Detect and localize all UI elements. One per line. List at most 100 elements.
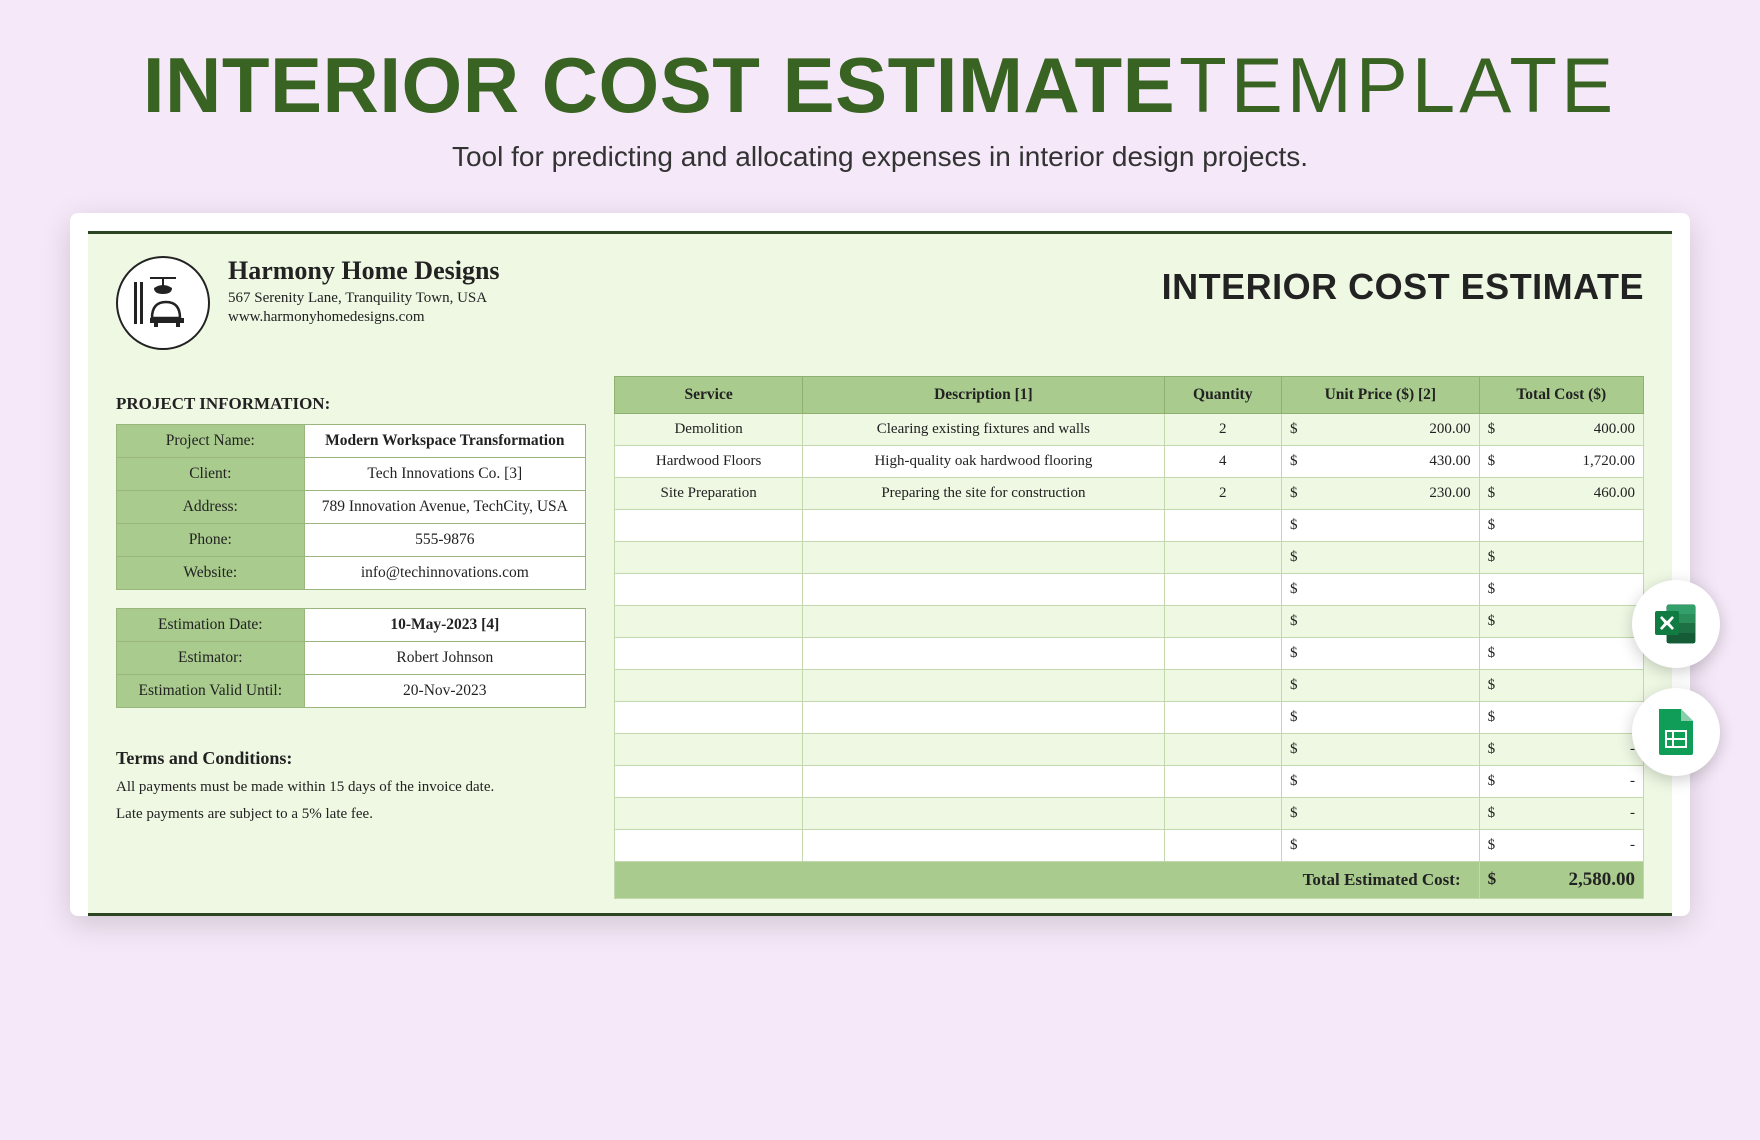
qty-cell [1164,798,1282,830]
table-row: $ $ [615,702,1644,734]
page-title: INTERIOR COST ESTIMATE TEMPLATE [0,0,1760,141]
estimation-info-table: Estimation Date:10-May-2023 [4]Estimator… [116,608,586,708]
qty-cell [1164,638,1282,670]
table-row: $ $ [615,670,1644,702]
desc-cell: Preparing the site for construction [803,478,1164,510]
unit-price-cell: $ [1282,670,1480,702]
total-cost-cell: $ [1479,606,1643,638]
info-label: Client: [117,458,305,491]
title-bold: INTERIOR COST ESTIMATE [143,41,1175,129]
unit-price-cell: $ [1282,606,1480,638]
table-row: $ $ [615,606,1644,638]
total-cost-cell: $- [1479,766,1643,798]
document-card: Harmony Home Designs 567 Serenity Lane, … [70,213,1690,916]
desc-cell [803,766,1164,798]
qty-cell [1164,670,1282,702]
info-label: Phone: [117,524,305,557]
info-value: info@techinnovations.com [304,557,585,590]
unit-price-cell: $ [1282,542,1480,574]
info-value: Modern Workspace Transformation [304,425,585,458]
total-cost-cell: $ [1479,670,1643,702]
total-cost-cell: $460.00 [1479,478,1643,510]
info-label: Website: [117,557,305,590]
service-cell [615,606,803,638]
unit-price-cell: $ [1282,702,1480,734]
info-value: 555-9876 [304,524,585,557]
info-value: 10-May-2023 [4] [304,609,585,642]
total-cost-cell: $ [1479,574,1643,606]
company-website: www.harmonyhomedesigns.com [228,309,500,326]
total-label: Total Estimated Cost: [615,862,1480,899]
total-cost-cell: $ [1479,542,1643,574]
qty-cell [1164,702,1282,734]
cost-header: Description [1] [803,377,1164,414]
total-cost-cell: $- [1479,734,1643,766]
qty-cell [1164,574,1282,606]
unit-price-cell: $200.00 [1282,414,1480,446]
info-value: 789 Innovation Avenue, TechCity, USA [304,491,585,524]
desc-cell [803,702,1164,734]
total-cost-cell: $ [1479,702,1643,734]
unit-price-cell: $ [1282,574,1480,606]
document-title: INTERIOR COST ESTIMATE [1162,256,1644,308]
app-badges [1632,580,1720,776]
excel-icon[interactable] [1632,580,1720,668]
table-row: Site Preparation Preparing the site for … [615,478,1644,510]
info-label: Estimation Valid Until: [117,675,305,708]
total-cost-cell: $ [1479,638,1643,670]
desc-cell [803,670,1164,702]
terms-title: Terms and Conditions: [116,748,586,769]
unit-price-cell: $ [1282,830,1480,862]
table-row: $ $ [615,542,1644,574]
service-cell: Site Preparation [615,478,803,510]
unit-price-cell: $ [1282,766,1480,798]
unit-price-cell: $ [1282,510,1480,542]
unit-price-cell: $ [1282,734,1480,766]
total-cost-cell: $- [1479,830,1643,862]
company-name: Harmony Home Designs [228,256,500,286]
table-row: $ $- [615,798,1644,830]
info-label: Estimation Date: [117,609,305,642]
service-cell [615,798,803,830]
service-cell [615,766,803,798]
unit-price-cell: $ [1282,638,1480,670]
qty-cell [1164,766,1282,798]
total-value: $2,580.00 [1479,862,1643,899]
service-cell [615,670,803,702]
desc-cell: High-quality oak hardwood flooring [803,446,1164,478]
qty-cell [1164,606,1282,638]
info-label: Project Name: [117,425,305,458]
table-row: $ $ [615,638,1644,670]
service-cell [615,702,803,734]
qty-cell [1164,542,1282,574]
cost-header: Unit Price ($) [2] [1282,377,1480,414]
desc-cell [803,638,1164,670]
desc-cell [803,606,1164,638]
desc-cell [803,510,1164,542]
desc-cell [803,830,1164,862]
company-logo-icon [116,256,210,350]
info-label: Estimator: [117,642,305,675]
title-thin: TEMPLATE [1179,41,1617,129]
service-cell [615,542,803,574]
subtitle: Tool for predicting and allocating expen… [0,141,1760,173]
total-cost-cell: $- [1479,798,1643,830]
desc-cell [803,574,1164,606]
service-cell: Hardwood Floors [615,446,803,478]
service-cell [615,830,803,862]
total-cost-cell: $400.00 [1479,414,1643,446]
project-info-table: Project Name:Modern Workspace Transforma… [116,424,586,590]
company-address: 567 Serenity Lane, Tranquility Town, USA [228,290,500,307]
total-cost-cell: $1,720.00 [1479,446,1643,478]
cost-table: ServiceDescription [1]QuantityUnit Price… [614,376,1644,899]
info-label: Address: [117,491,305,524]
unit-price-cell: $ [1282,798,1480,830]
info-value: Robert Johnson [304,642,585,675]
unit-price-cell: $430.00 [1282,446,1480,478]
table-row: $ $- [615,830,1644,862]
google-sheets-icon[interactable] [1632,688,1720,776]
cost-header: Total Cost ($) [1479,377,1643,414]
table-row: $ $- [615,766,1644,798]
info-value: 20-Nov-2023 [304,675,585,708]
unit-price-cell: $230.00 [1282,478,1480,510]
